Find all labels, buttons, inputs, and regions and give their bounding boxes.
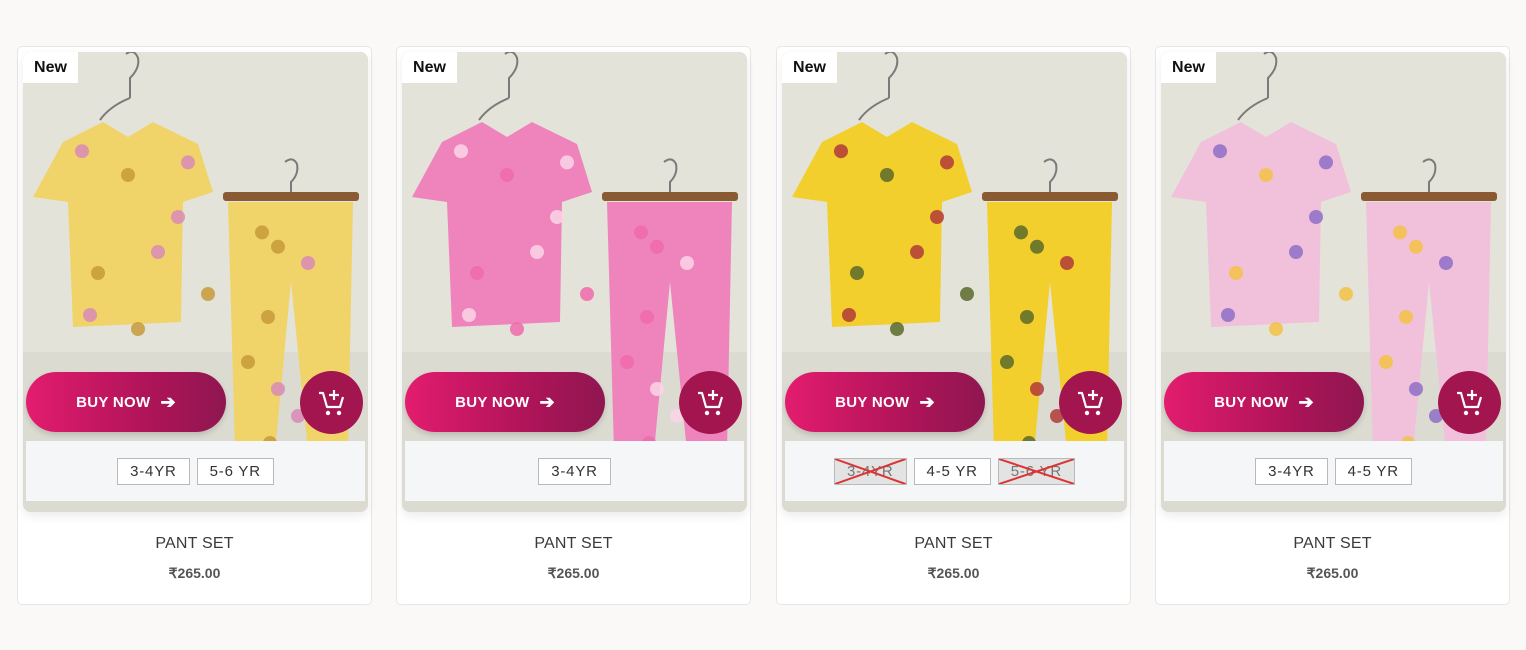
- product-image[interactable]: New BUY NOW ➔ 3-4YR: [402, 52, 747, 512]
- out-of-stock-cross-icon: [999, 459, 1074, 484]
- product-title[interactable]: PANT SET: [18, 535, 371, 553]
- product-image[interactable]: New BUY NOW ➔ 3-4YR 5-6 YR: [23, 52, 368, 512]
- size-label: 3-4YR: [1268, 462, 1315, 480]
- size-option-4-5yr[interactable]: 4-5 YR: [913, 457, 991, 485]
- product-title[interactable]: PANT SET: [777, 535, 1130, 553]
- buy-now-button[interactable]: BUY NOW ➔: [405, 372, 605, 432]
- arrow-right-icon: ➔: [1298, 392, 1314, 412]
- add-to-cart-icon: [318, 389, 344, 415]
- new-badge: New: [23, 52, 78, 83]
- size-label: 3-4YR: [130, 462, 177, 480]
- product-card: New BUY NOW ➔ 3-4YR PANT SET ₹265.00: [396, 46, 751, 605]
- product-price: ₹265.00: [927, 565, 980, 581]
- product-title[interactable]: PANT SET: [397, 535, 750, 553]
- product-card: New BUY NOW ➔ 3-4YR 5-6 YR PANT SET ₹265.…: [17, 46, 372, 605]
- size-options: 3-4YR 4-5 YR 5-6 YR: [785, 441, 1124, 501]
- buy-now-button[interactable]: BUY NOW ➔: [26, 372, 226, 432]
- new-badge: New: [1161, 52, 1216, 83]
- size-option-4-5yr[interactable]: 4-5 YR: [1334, 457, 1412, 485]
- buy-now-label: BUY NOW: [1214, 393, 1289, 411]
- add-to-cart-icon: [1456, 389, 1482, 415]
- size-option-3-4yr[interactable]: 3-4YR: [117, 457, 190, 485]
- product-image[interactable]: New BUY NOW ➔ 3-4YR 4-5 YR: [1161, 52, 1506, 512]
- buy-now-label: BUY NOW: [455, 393, 530, 411]
- new-badge: New: [782, 52, 837, 83]
- new-badge: New: [402, 52, 457, 83]
- product-card: New BUY NOW ➔ 3-4YR 4-5 YR PANT SET ₹265.…: [1155, 46, 1510, 605]
- size-option-5-6yr[interactable]: 5-6 YR: [196, 457, 274, 485]
- add-to-cart-icon: [1077, 389, 1103, 415]
- size-options: 3-4YR 5-6 YR: [26, 441, 365, 501]
- size-label: 4-5 YR: [1347, 462, 1399, 480]
- add-to-cart-icon: [697, 389, 723, 415]
- size-option-3-4yr[interactable]: 3-4YR: [538, 457, 611, 485]
- size-label: 4-5 YR: [926, 462, 978, 480]
- add-to-cart-button[interactable]: [1059, 371, 1122, 434]
- size-options: 3-4YR: [405, 441, 744, 501]
- size-label: 5-6 YR: [209, 462, 261, 480]
- buy-now-label: BUY NOW: [76, 393, 151, 411]
- buy-now-label: BUY NOW: [835, 393, 910, 411]
- size-options: 3-4YR 4-5 YR: [1164, 441, 1503, 501]
- size-option-3-4yr[interactable]: 3-4YR: [1255, 457, 1328, 485]
- size-label: 3-4YR: [551, 462, 598, 480]
- product-grid: New BUY NOW ➔ 3-4YR 5-6 YR PANT SET ₹265.…: [0, 0, 1526, 650]
- add-to-cart-button[interactable]: [1438, 371, 1501, 434]
- buy-now-button[interactable]: BUY NOW ➔: [1164, 372, 1364, 432]
- product-price: ₹265.00: [1306, 565, 1359, 581]
- product-card: New BUY NOW ➔ 3-4YR 4-5 YR 5-6 YR PANT SET…: [776, 46, 1131, 605]
- product-price: ₹265.00: [168, 565, 221, 581]
- product-title[interactable]: PANT SET: [1156, 535, 1509, 553]
- arrow-right-icon: ➔: [160, 392, 176, 412]
- arrow-right-icon: ➔: [539, 392, 555, 412]
- buy-now-button[interactable]: BUY NOW ➔: [785, 372, 985, 432]
- add-to-cart-button[interactable]: [300, 371, 363, 434]
- arrow-right-icon: ➔: [919, 392, 935, 412]
- product-image[interactable]: New BUY NOW ➔ 3-4YR 4-5 YR 5-6 YR: [782, 52, 1127, 512]
- product-price: ₹265.00: [547, 565, 600, 581]
- out-of-stock-cross-icon: [835, 459, 906, 484]
- size-option-5-6yr: 5-6 YR: [997, 457, 1075, 485]
- add-to-cart-button[interactable]: [679, 371, 742, 434]
- size-option-3-4yr: 3-4YR: [834, 457, 907, 485]
